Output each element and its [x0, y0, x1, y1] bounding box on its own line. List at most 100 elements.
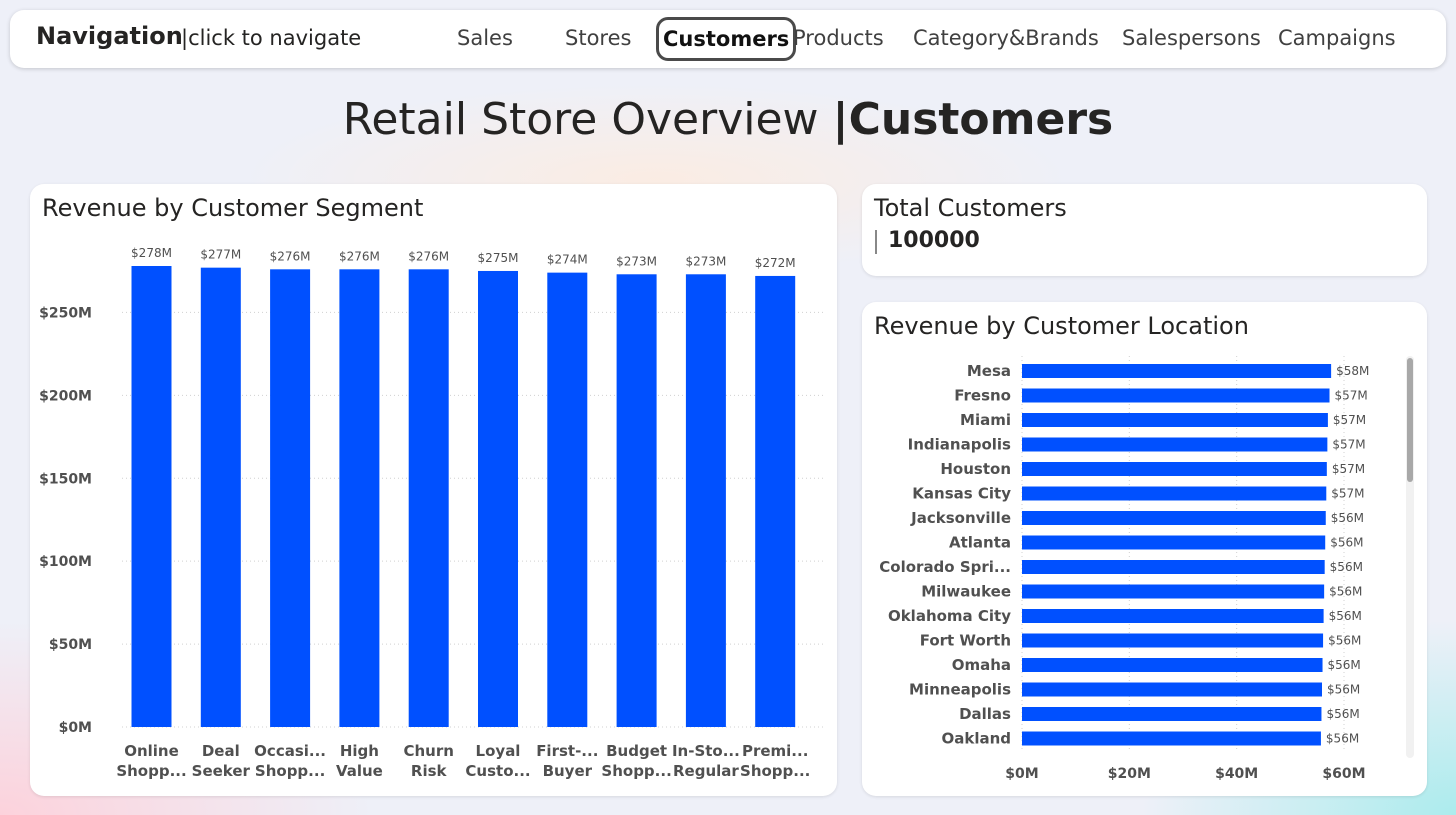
- y-tick-label: Atlanta: [949, 534, 1011, 552]
- x-tick-label: First-...: [536, 742, 598, 760]
- data-label: $56M: [1326, 707, 1359, 721]
- data-label: $275M: [478, 251, 519, 265]
- data-label: $56M: [1330, 560, 1363, 574]
- data-label: $273M: [685, 254, 726, 268]
- y-tick-label: $0M: [59, 720, 92, 736]
- y-tick-label: Mesa: [967, 362, 1011, 380]
- nav-hint: |click to navigate: [181, 26, 362, 50]
- bar: [1022, 682, 1322, 697]
- y-tick-label: Colorado Spri...: [879, 558, 1011, 576]
- bar: [1022, 731, 1321, 746]
- bar: [1022, 707, 1322, 721]
- x-tick-label: Custo...: [465, 762, 530, 780]
- scrollbar-thumb[interactable]: [1407, 358, 1413, 482]
- bar: [1022, 462, 1327, 476]
- navigation-bar: Navigation |click to navigate Sales Stor…: [10, 10, 1446, 68]
- x-tick-label: Regular: [673, 762, 739, 780]
- y-tick-label: Dallas: [959, 705, 1011, 723]
- data-label: $276M: [339, 249, 380, 263]
- y-tick-label: Fort Worth: [920, 632, 1011, 650]
- x-tick-label: Buyer: [543, 762, 593, 780]
- tab-category-brands[interactable]: Category&Brands: [913, 26, 1099, 50]
- tab-salespersons[interactable]: Salespersons: [1122, 26, 1261, 50]
- bar: [200, 267, 241, 727]
- bar: [1022, 413, 1328, 427]
- data-label: $272M: [755, 256, 796, 270]
- tab-products[interactable]: Products: [793, 26, 884, 50]
- y-tick-label: Oakland: [941, 730, 1011, 748]
- x-tick-label: $40M: [1215, 766, 1258, 782]
- segment-revenue-chart: $0M $50M $100M $150M $200M $250M $278M Online Sh…: [39, 246, 825, 780]
- data-label: $276M: [408, 249, 449, 263]
- x-tick-label: $20M: [1108, 766, 1151, 782]
- y-tick-label: Kansas City: [912, 485, 1011, 503]
- nav-title: Navigation: [36, 22, 183, 50]
- tab-campaigns[interactable]: Campaigns: [1278, 26, 1396, 50]
- y-tick-label: $50M: [49, 637, 92, 653]
- data-label: $274M: [547, 253, 588, 267]
- x-tick-label: Occasi...: [254, 742, 326, 760]
- x-tick-label: Budget: [606, 742, 667, 760]
- bar: [1022, 486, 1327, 501]
- x-tick-label: $60M: [1322, 766, 1365, 782]
- data-label: $56M: [1327, 683, 1360, 697]
- x-tick-label: Risk: [411, 762, 448, 780]
- x-tick-label: Shopp...: [116, 762, 186, 780]
- x-tick-label: Shopp...: [740, 762, 810, 780]
- bar: [339, 269, 380, 727]
- bar: [1022, 584, 1325, 599]
- kpi-title: Total Customers: [874, 194, 1067, 222]
- y-tick-label: Omaha: [952, 656, 1011, 674]
- bar: [685, 274, 726, 727]
- tab-customers[interactable]: Customers: [656, 17, 797, 61]
- tab-sales[interactable]: Sales: [457, 26, 513, 50]
- segment-revenue-chart-card: Revenue by Customer Segment $0M $50M $100M…: [30, 184, 837, 796]
- bar: [131, 266, 172, 727]
- tab-stores[interactable]: Stores: [565, 26, 631, 50]
- data-label: $277M: [200, 248, 241, 262]
- data-label: $278M: [131, 246, 172, 260]
- data-label: $273M: [616, 254, 657, 268]
- x-tick-label: Loyal: [476, 742, 521, 760]
- bar: [1022, 560, 1325, 574]
- y-tick-label: $100M: [39, 554, 92, 570]
- x-tick-label: $0M: [1005, 766, 1038, 782]
- y-tick-label: $250M: [39, 305, 92, 321]
- data-label: $56M: [1329, 609, 1362, 623]
- data-label: $57M: [1335, 389, 1368, 403]
- bar: [408, 269, 449, 727]
- bar: [1022, 609, 1324, 623]
- data-label: $56M: [1331, 511, 1364, 525]
- data-label: $58M: [1336, 364, 1369, 378]
- data-label: $56M: [1328, 634, 1361, 648]
- bar: [478, 270, 518, 727]
- y-tick-label: Jacksonville: [910, 509, 1011, 527]
- x-tick-label: Premi...: [742, 742, 808, 760]
- bar: [1022, 633, 1324, 648]
- bar: [1022, 364, 1332, 378]
- y-tick-label: Miami: [960, 411, 1011, 429]
- x-tick-label: Seeker: [192, 762, 251, 780]
- kpi-accent-line: [875, 230, 877, 254]
- y-tick-label: $150M: [39, 471, 92, 487]
- page-title-section: |Customers: [832, 94, 1114, 145]
- x-tick-label: In-Sto...: [672, 742, 740, 760]
- data-label: $57M: [1333, 413, 1366, 427]
- location-revenue-chart-card: Revenue by Customer Location $0M $20M $40M…: [862, 302, 1427, 796]
- y-tick-label: $200M: [39, 388, 92, 404]
- kpi-value: 100000: [888, 228, 980, 253]
- data-label: $57M: [1331, 487, 1364, 501]
- page-title: Retail Store Overview |Customers: [0, 94, 1456, 145]
- y-tick-label: Fresno: [954, 387, 1011, 405]
- bar: [616, 274, 657, 727]
- total-customers-card: Total Customers 100000: [862, 184, 1427, 276]
- y-tick-label: Milwaukee: [921, 583, 1011, 601]
- x-tick-label: Online: [124, 742, 179, 760]
- data-label: $56M: [1326, 732, 1359, 746]
- y-tick-label: Oklahoma City: [888, 607, 1011, 625]
- data-label: $276M: [270, 249, 311, 263]
- x-tick-label: Shopp...: [601, 762, 671, 780]
- data-label: $56M: [1328, 658, 1361, 672]
- x-tick-label: Deal: [202, 742, 240, 760]
- data-label: $56M: [1329, 585, 1362, 599]
